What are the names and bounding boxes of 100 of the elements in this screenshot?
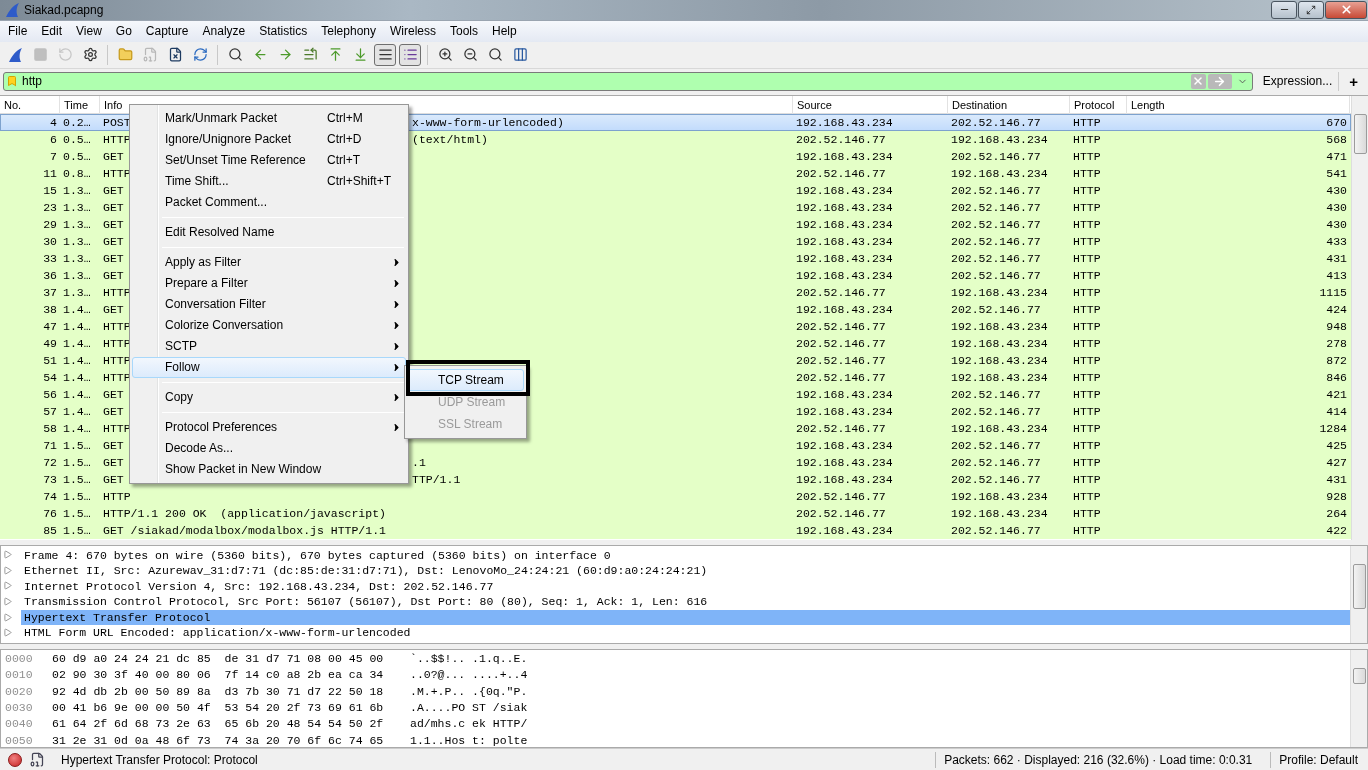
table-cell-text: 1.4…: [62, 353, 92, 367]
table-cell-text: 568: [1325, 132, 1348, 146]
hex-bytes: 61 64 2f 6d 68 73 2e 63 65 6b 20 48 54 54 50 2f: [52, 716, 385, 733]
toolbar-button[interactable]: [374, 43, 396, 66]
table-cell: HTTP: [103, 166, 131, 180]
table-cell-text: 202.52.146.77: [795, 132, 887, 146]
column-header[interactable]: Time: [60, 95, 100, 114]
menu-label: Ignore/Unignore Packet: [165, 132, 293, 147]
table-cell-text: 85: [42, 523, 58, 537]
menu-item[interactable]: View: [69, 20, 109, 43]
expression-button[interactable]: Expression...: [1256, 71, 1340, 91]
table-cell-text: HTTP: [1072, 387, 1102, 401]
table-cell-text: 192.168.43.234: [950, 489, 1049, 503]
table-cell-text: 202.52.146.77: [950, 149, 1042, 163]
reload-icon: [192, 47, 208, 63]
table-cell: GET: [103, 200, 124, 214]
clear-icon: [1192, 75, 1205, 88]
ascii-text: 1.1..Hos t: polte: [410, 732, 528, 748]
offset-text: 0020: [4, 683, 34, 700]
table-cell-text: 1.4…: [62, 387, 92, 401]
close-button[interactable]: [1325, 1, 1367, 19]
submenu-item[interactable]: TCP Stream: [407, 368, 524, 391]
table-cell-text: 23: [42, 200, 58, 214]
menu-item[interactable]: Capture: [138, 20, 196, 43]
arrow-icon: [1213, 74, 1227, 88]
scrollbar[interactable]: [1351, 95, 1368, 541]
table-cell-text: 1.5…: [62, 489, 92, 503]
scrollbar[interactable]: [1350, 650, 1367, 748]
table-cell-text: 192.168.43.234: [795, 251, 894, 265]
filter-field[interactable]: http: [3, 71, 1253, 91]
maximize-button[interactable]: [1298, 1, 1324, 19]
table-cell-text: HTTP: [1072, 336, 1102, 350]
menu-item[interactable]: Statistics: [252, 20, 315, 43]
packet-count-text: Packets: 662 · Displayed: 216 (32.6%) · Load time: 0:0.31: [944, 752, 1254, 767]
search-icon: [227, 47, 243, 63]
table-cell-text: 33: [42, 251, 58, 265]
menu-item[interactable]: Go: [108, 20, 139, 43]
table-cell-text: 431: [1325, 472, 1348, 486]
table-cell-text: 192.168.43.234: [795, 523, 894, 537]
tree-item[interactable]: Frame 4: 670 bytes on wire (5360 bits), 670 bytes captured (5360 bits) on interface 0: [21, 547, 1350, 563]
context-menu-item[interactable]: Follow: [132, 356, 406, 378]
minimize-button[interactable]: [1271, 1, 1297, 19]
table-cell-text: 74: [42, 489, 58, 503]
table-cell-text: 192.168.43.234: [795, 115, 894, 129]
add-button[interactable]: +: [1343, 71, 1364, 91]
table-cell-text: 192.168.43.234: [950, 353, 1049, 367]
table-cell-text: HTTP: [1072, 200, 1102, 214]
menu-item[interactable]: Analyze: [195, 20, 253, 43]
table-cell-text: 846: [1325, 370, 1348, 384]
table-cell: HTTP: [103, 285, 131, 299]
table-cell-text: 433: [1325, 234, 1348, 248]
table-cell-text: HTTP: [1072, 506, 1102, 520]
table-cell-text: 0.5…: [62, 149, 92, 163]
tree-item[interactable]: Internet Protocol Version 4, Src: 192.168.43.234, Dst: 202.52.146.77: [21, 578, 1350, 594]
menu-item[interactable]: Wireless: [383, 20, 443, 43]
tree-item[interactable]: Transmission Control Protocol, Src Port: 56107 (56107), Dst Port: 80 (80), Seq: 1, Ack: 1, Len: 616: [21, 594, 1350, 610]
table-cell: GET: [103, 234, 124, 248]
column-header[interactable]: Protocol: [1070, 95, 1127, 114]
table-cell-text: HTTP: [1072, 404, 1102, 418]
menu-item[interactable]: Edit: [34, 20, 70, 43]
table-cell-text: 872: [1325, 353, 1348, 367]
table-cell-text: 202.52.146.77: [795, 166, 887, 180]
table-cell-text: 192.168.43.234: [950, 319, 1049, 333]
toolbar-button[interactable]: [399, 43, 421, 66]
table-cell-text: 264: [1325, 506, 1348, 520]
table-cell-text: 202.52.146.77: [950, 455, 1042, 469]
magnifier-icon: [487, 47, 503, 63]
table-cell-text: 413: [1325, 268, 1348, 282]
column-header[interactable]: Source: [793, 95, 948, 114]
context-menu-item[interactable]: Ignore/Unignore Packet Ctrl+D: [132, 128, 406, 150]
menu-item[interactable]: Telephony: [314, 20, 383, 43]
table-cell-text: 202.52.146.77: [950, 387, 1042, 401]
right-arrow-icon: [277, 47, 293, 63]
table-cell-text: 948: [1325, 319, 1348, 333]
table-cell-text: 202.52.146.77: [795, 506, 887, 520]
column-header[interactable]: Destination: [948, 95, 1070, 114]
table-cell-text: 1.3…: [62, 268, 92, 282]
table-cell-text: 202.52.146.77: [795, 370, 887, 384]
menu-item[interactable]: Tools: [443, 20, 485, 43]
scrollbar[interactable]: [1350, 546, 1367, 644]
table-cell-text: 37: [42, 285, 58, 299]
menu-item[interactable]: Help: [485, 20, 524, 43]
table-cell: GET: [103, 183, 124, 197]
table-cell: GET: [103, 472, 124, 486]
table-cell-text: HTTP: [1072, 319, 1102, 333]
close-file-icon: [167, 47, 183, 63]
table-cell-text: 202.52.146.77: [950, 404, 1042, 418]
shark-fin-icon: [7, 46, 23, 63]
table-cell-text: 56: [42, 387, 58, 401]
bookmark-icon[interactable]: [6, 74, 18, 87]
column-header[interactable]: Length: [1127, 95, 1350, 114]
table-cell-text: 58: [42, 421, 58, 435]
tree-item[interactable]: Ethernet II, Src: Azurewav_31:d7:71 (dc:85:de:31:d7:71), Dst: LenovoMo_24:24:21 (60:d9:a0:24:24:21): [21, 562, 1350, 579]
menu-item[interactable]: File: [1, 20, 35, 43]
tree-item[interactable]: HTML Form URL Encoded: application/x-www-form-urlencoded: [21, 625, 1350, 641]
table-cell: HTTP: [103, 336, 131, 350]
table-cell-text: 76: [42, 506, 58, 520]
column-header[interactable]: No.: [0, 95, 60, 114]
table-cell: HTTP: [103, 319, 131, 333]
table-cell-text: 1.4…: [62, 370, 92, 384]
